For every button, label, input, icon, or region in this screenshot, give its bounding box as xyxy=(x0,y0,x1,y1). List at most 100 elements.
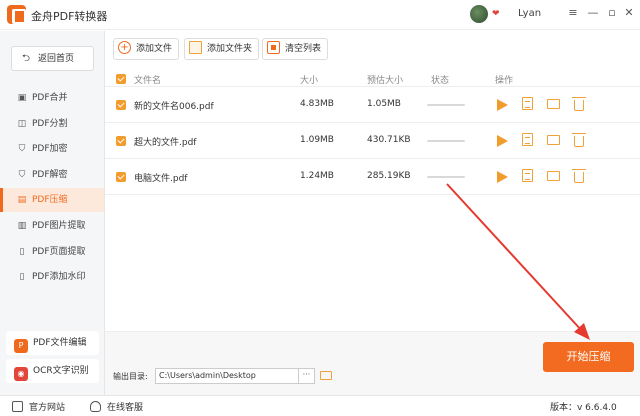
restore-button[interactable]: ▫ xyxy=(605,6,619,20)
website-link[interactable]: 官方网站 xyxy=(12,400,65,413)
header-status: 状态 xyxy=(431,76,450,86)
version-text: 版本：v 6.6.4.0 xyxy=(550,403,617,413)
header-size: 大小 xyxy=(300,76,319,86)
file-size: 1.24MB xyxy=(300,171,334,181)
trash-icon[interactable] xyxy=(572,97,586,111)
estimated-size: 430.71KB xyxy=(367,135,411,145)
user-avatar[interactable] xyxy=(470,5,488,23)
folder-icon[interactable] xyxy=(547,135,560,145)
vip-icon[interactable]: ❤ xyxy=(492,9,500,19)
estimated-size: 1.05MB xyxy=(367,99,401,109)
menu-icon[interactable]: ≡ xyxy=(566,6,580,20)
back-home-button[interactable]: ⮌ 返回首页 xyxy=(11,46,94,71)
table-row: 新的文件名006.pdf 4.83MB 1.05MB xyxy=(105,87,640,123)
open-folder-icon[interactable] xyxy=(320,371,332,380)
document-icon[interactable] xyxy=(522,133,533,146)
browse-button[interactable]: ··· xyxy=(298,368,315,384)
folder-icon[interactable] xyxy=(547,99,560,109)
file-name: 新的文件名006.pdf xyxy=(134,102,214,112)
file-name: 电脑文件.pdf xyxy=(134,174,188,184)
sidebar-item-page-extract[interactable]: ▯ PDF页面提取 xyxy=(0,240,104,264)
estimated-size: 285.19KB xyxy=(367,171,411,181)
file-size: 4.83MB xyxy=(300,99,334,109)
pdf-editor-button[interactable]: P PDF文件编辑 xyxy=(6,331,99,355)
sidebar-item-label: PDF合并 xyxy=(32,93,68,103)
app-title: 金舟PDF转换器 xyxy=(31,10,108,23)
monitor-icon xyxy=(12,401,23,412)
add-file-button[interactable]: 添加文件 xyxy=(113,38,180,60)
clear-icon xyxy=(267,41,280,54)
start-compress-button[interactable]: 开始压缩 xyxy=(543,342,634,372)
close-button[interactable]: ✕ xyxy=(622,6,636,20)
row-checkbox[interactable] xyxy=(116,100,126,110)
output-dir-label: 输出目录: xyxy=(113,372,148,381)
support-link[interactable]: 在线客服 xyxy=(90,400,143,413)
lock-icon: ⛉ xyxy=(18,144,26,154)
play-icon[interactable] xyxy=(497,171,508,183)
folder-icon xyxy=(189,41,202,54)
sidebar-item-split[interactable]: ◫ PDF分割 xyxy=(0,112,104,136)
clear-list-button[interactable]: 清空列表 xyxy=(262,38,329,60)
add-folder-label: 添加文件夹 xyxy=(207,44,253,54)
trash-icon[interactable] xyxy=(572,133,586,147)
output-dir-input[interactable]: C:\Users\admin\Desktop xyxy=(155,368,303,384)
sidebar-item-label: PDF分割 xyxy=(32,119,68,129)
table-header: 文件名 大小 预估大小 状态 操作 xyxy=(105,71,640,87)
compress-icon: ▤ xyxy=(17,195,27,205)
ocr-label: OCR文字识别 xyxy=(33,366,89,376)
sidebar-item-encrypt[interactable]: ⛉ PDF加密 xyxy=(0,137,104,161)
back-arrow-icon: ⮌ xyxy=(22,53,31,64)
progress-bar xyxy=(427,104,465,106)
sidebar: ⮌ 返回首页 ▣ PDF合并 ◫ PDF分割 ⛉ PDF加密 ⛉ PDF解密 ▤ PDF压缩… xyxy=(0,31,105,395)
page-icon: ▯ xyxy=(19,247,25,257)
image-icon: ▥ xyxy=(17,221,27,231)
ocr-button[interactable]: ◉ OCR文字识别 xyxy=(6,359,99,383)
file-size: 1.09MB xyxy=(300,135,334,145)
back-home-label: 返回首页 xyxy=(38,54,75,64)
progress-bar xyxy=(427,176,465,178)
add-icon xyxy=(118,38,131,58)
sidebar-item-label: PDF压缩 xyxy=(32,195,68,205)
unlock-icon: ⛉ xyxy=(18,170,26,180)
header-filename: 文件名 xyxy=(134,76,162,86)
file-name: 超大的文件.pdf xyxy=(134,138,197,148)
person-icon xyxy=(90,401,101,412)
sidebar-item-image-extract[interactable]: ▥ PDF图片提取 xyxy=(0,214,104,238)
document-icon[interactable] xyxy=(522,97,533,110)
merge-icon: ▣ xyxy=(17,93,27,103)
split-icon: ◫ xyxy=(17,119,27,129)
sidebar-item-watermark[interactable]: ▯ PDF添加水印 xyxy=(0,265,104,289)
sidebar-item-decrypt[interactable]: ⛉ PDF解密 xyxy=(0,163,104,187)
trash-icon[interactable] xyxy=(572,169,586,183)
sidebar-item-label: PDF解密 xyxy=(32,170,68,180)
app-logo-icon xyxy=(7,5,26,24)
sidebar-item-merge[interactable]: ▣ PDF合并 xyxy=(0,86,104,110)
sidebar-item-label: PDF添加水印 xyxy=(32,272,86,282)
website-label: 官方网站 xyxy=(29,403,66,413)
header-estimate: 预估大小 xyxy=(367,76,404,86)
document-icon[interactable] xyxy=(522,169,533,182)
table-row: 超大的文件.pdf 1.09MB 430.71KB xyxy=(105,123,640,159)
output-panel: 输出目录: C:\Users\admin\Desktop ··· 开始压缩 xyxy=(105,331,640,395)
row-checkbox[interactable] xyxy=(116,136,126,146)
play-icon[interactable] xyxy=(497,99,508,111)
ocr-icon: ◉ xyxy=(14,367,28,381)
play-icon[interactable] xyxy=(497,135,508,147)
username[interactable]: Lyan xyxy=(518,8,541,19)
pdf-editor-label: PDF文件编辑 xyxy=(33,338,87,348)
sidebar-item-label: PDF图片提取 xyxy=(32,221,86,231)
watermark-icon: ▯ xyxy=(19,272,25,282)
folder-icon[interactable] xyxy=(547,171,560,181)
select-all-checkbox[interactable] xyxy=(116,74,126,84)
add-file-label: 添加文件 xyxy=(136,44,173,54)
sidebar-item-compress[interactable]: ▤ PDF压缩 xyxy=(0,188,104,212)
progress-bar xyxy=(427,140,465,142)
support-label: 在线客服 xyxy=(107,403,144,413)
sidebar-item-label: PDF加密 xyxy=(32,144,68,154)
clear-list-label: 清空列表 xyxy=(285,44,322,54)
row-checkbox[interactable] xyxy=(116,172,126,182)
add-folder-button[interactable]: 添加文件夹 xyxy=(184,38,260,60)
pdf-editor-icon: P xyxy=(14,339,28,353)
status-bar: 官方网站 在线客服 版本：v 6.6.4.0 xyxy=(0,395,640,416)
minimize-button[interactable]: — xyxy=(586,6,600,20)
